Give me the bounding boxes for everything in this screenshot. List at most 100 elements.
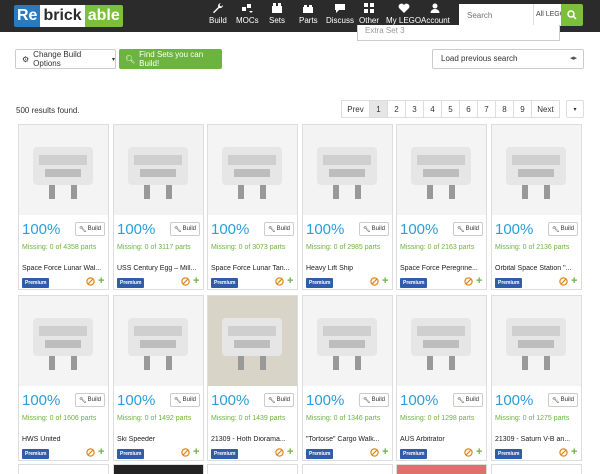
ban-icon[interactable] xyxy=(559,448,568,457)
nav-parts[interactable]: Parts xyxy=(299,2,318,30)
add-icon[interactable]: + xyxy=(571,447,577,458)
pagination-page[interactable]: 5 xyxy=(441,100,460,118)
nav-sets[interactable]: Sets xyxy=(269,2,285,30)
build-button[interactable]: 🔧︎ Build xyxy=(359,222,389,236)
set-card[interactable]: 100% 🔧︎ Build Missing: 0 of 1275 parts 2… xyxy=(491,295,582,461)
ban-icon[interactable] xyxy=(464,277,473,286)
pagination-dropdown[interactable]: ▾ xyxy=(566,100,584,118)
pagination-page[interactable]: 7 xyxy=(477,100,496,118)
set-thumbnail[interactable] xyxy=(303,296,392,386)
set-name[interactable]: Orbital Space Station "... xyxy=(495,265,579,272)
ban-icon[interactable] xyxy=(370,448,379,457)
build-button[interactable]: 🔧︎ Build xyxy=(453,393,483,407)
set-name[interactable]: Space Force Lunar Wal... xyxy=(22,265,106,272)
search-input[interactable] xyxy=(459,4,529,26)
set-thumbnail[interactable] xyxy=(397,296,486,386)
set-name[interactable]: Heavy Lift Ship xyxy=(306,265,390,272)
set-card[interactable]: 100% 🔧︎ Build Missing: 0 of 1492 parts S… xyxy=(113,295,204,461)
build-button[interactable]: 🔧︎ Build xyxy=(548,393,578,407)
pagination-page[interactable]: 3 xyxy=(405,100,424,118)
build-button[interactable]: 🔧︎ Build xyxy=(548,222,578,236)
ban-icon[interactable] xyxy=(559,277,568,286)
ban-icon[interactable] xyxy=(275,277,284,286)
add-icon[interactable]: + xyxy=(287,276,293,287)
set-card[interactable]: 100% 🔧︎ Build Missing: 0 of 2136 parts O… xyxy=(491,124,582,290)
build-button[interactable]: 🔧︎ Build xyxy=(170,393,200,407)
set-thumbnail[interactable] xyxy=(208,125,297,215)
missing-parts: Missing: 0 of 1275 parts xyxy=(495,415,570,422)
search-button[interactable] xyxy=(561,4,583,26)
set-name[interactable]: Space Force Peregrine... xyxy=(400,265,484,272)
ban-icon[interactable] xyxy=(86,448,95,457)
add-icon[interactable]: + xyxy=(98,447,104,458)
build-button[interactable]: 🔧︎ Build xyxy=(264,393,294,407)
rebrickable-logo[interactable]: Re brick able xyxy=(14,4,123,28)
set-name[interactable]: 21309 - Saturn V-B an... xyxy=(495,436,579,443)
add-icon[interactable]: + xyxy=(571,276,577,287)
nav-discuss[interactable]: Discuss xyxy=(326,2,354,30)
pagination-page[interactable]: 2 xyxy=(387,100,406,118)
set-thumbnail[interactable] xyxy=(114,125,203,215)
set-card[interactable]: 100% 🔧︎ Build Missing: 0 of 2985 parts H… xyxy=(302,124,393,290)
add-icon[interactable]: + xyxy=(382,276,388,287)
set-name[interactable]: AUS Arbitrator xyxy=(400,436,484,443)
ban-icon[interactable] xyxy=(181,448,190,457)
set-thumbnail[interactable] xyxy=(114,296,203,386)
pagination-page[interactable]: 6 xyxy=(459,100,478,118)
set-name[interactable]: HWS United xyxy=(22,436,106,443)
set-card[interactable]: 100% 🔧︎ Build Missing: 0 of 1439 parts 2… xyxy=(207,295,298,461)
set-card[interactable]: 100% 🔧︎ Build Missing: 0 of 1346 parts "… xyxy=(302,295,393,461)
set-card[interactable]: 100% 🔧︎ Build Missing: 0 of 2163 parts S… xyxy=(396,124,487,290)
set-thumbnail[interactable] xyxy=(492,125,581,215)
pagination-page[interactable]: 8 xyxy=(495,100,514,118)
set-card[interactable]: 100% 🔧︎ Build Missing: 0 of 3117 parts U… xyxy=(113,124,204,290)
pagination-next[interactable]: Next xyxy=(531,100,560,118)
search-category-select[interactable]: All LEGO xyxy=(533,4,561,26)
set-image xyxy=(128,147,188,199)
pagination-prev[interactable]: Prev xyxy=(341,100,370,118)
set-name[interactable]: 21309 - Hoth Diorama... xyxy=(211,436,295,443)
add-icon[interactable]: + xyxy=(382,447,388,458)
set-name[interactable]: USS Century Egg – Mill... xyxy=(117,265,201,272)
nav-build[interactable]: Build xyxy=(209,2,227,30)
add-icon[interactable]: + xyxy=(193,447,199,458)
build-button[interactable]: 🔧︎ Build xyxy=(264,222,294,236)
add-icon[interactable]: + xyxy=(287,447,293,458)
ban-icon[interactable] xyxy=(464,448,473,457)
set-thumbnail[interactable] xyxy=(19,296,108,386)
add-icon[interactable]: + xyxy=(476,447,482,458)
results-count: 500 results found. xyxy=(16,106,80,115)
nav-mocs[interactable]: MOCs xyxy=(236,2,259,30)
set-thumbnail[interactable] xyxy=(208,296,297,386)
set-name[interactable]: Space Force Lunar Tan... xyxy=(211,265,295,272)
set-thumbnail[interactable] xyxy=(492,296,581,386)
build-button[interactable]: 🔧︎ Build xyxy=(75,222,105,236)
find-sets-button[interactable]: 🔍︎ Find Sets you can Build! xyxy=(119,49,222,69)
set-thumbnail[interactable] xyxy=(19,125,108,215)
pagination-page[interactable]: 1 xyxy=(369,100,388,118)
add-icon[interactable]: + xyxy=(476,276,482,287)
set-thumbnail[interactable] xyxy=(397,125,486,215)
ban-icon[interactable] xyxy=(86,277,95,286)
ban-icon[interactable] xyxy=(181,277,190,286)
build-button[interactable]: 🔧︎ Build xyxy=(75,393,105,407)
pagination-page[interactable]: 4 xyxy=(423,100,442,118)
set-thumbnail[interactable] xyxy=(303,125,392,215)
extra-set-option[interactable]: Extra Set 3 xyxy=(357,25,560,41)
add-icon[interactable]: + xyxy=(98,276,104,287)
set-card[interactable]: 100% 🔧︎ Build Missing: 0 of 1298 parts A… xyxy=(396,295,487,461)
build-button[interactable]: 🔧︎ Build xyxy=(170,222,200,236)
set-card[interactable]: 100% 🔧︎ Build Missing: 0 of 1606 parts H… xyxy=(18,295,109,461)
set-name[interactable]: Ski Speeder xyxy=(117,436,201,443)
build-button[interactable]: 🔧︎ Build xyxy=(359,393,389,407)
build-button[interactable]: 🔧︎ Build xyxy=(453,222,483,236)
add-icon[interactable]: + xyxy=(193,276,199,287)
pagination-page[interactable]: 9 xyxy=(513,100,532,118)
set-card[interactable]: 100% 🔧︎ Build Missing: 0 of 4358 parts S… xyxy=(18,124,109,290)
ban-icon[interactable] xyxy=(275,448,284,457)
ban-icon[interactable] xyxy=(370,277,379,286)
change-build-options-button[interactable]: ⚙ Change Build Options ▾ xyxy=(15,49,116,69)
load-previous-search-select[interactable]: Load previous search ◂▸ xyxy=(432,49,584,69)
set-card[interactable]: 100% 🔧︎ Build Missing: 0 of 3073 parts S… xyxy=(207,124,298,290)
set-name[interactable]: "Tortoise" Cargo Walk... xyxy=(306,436,390,443)
